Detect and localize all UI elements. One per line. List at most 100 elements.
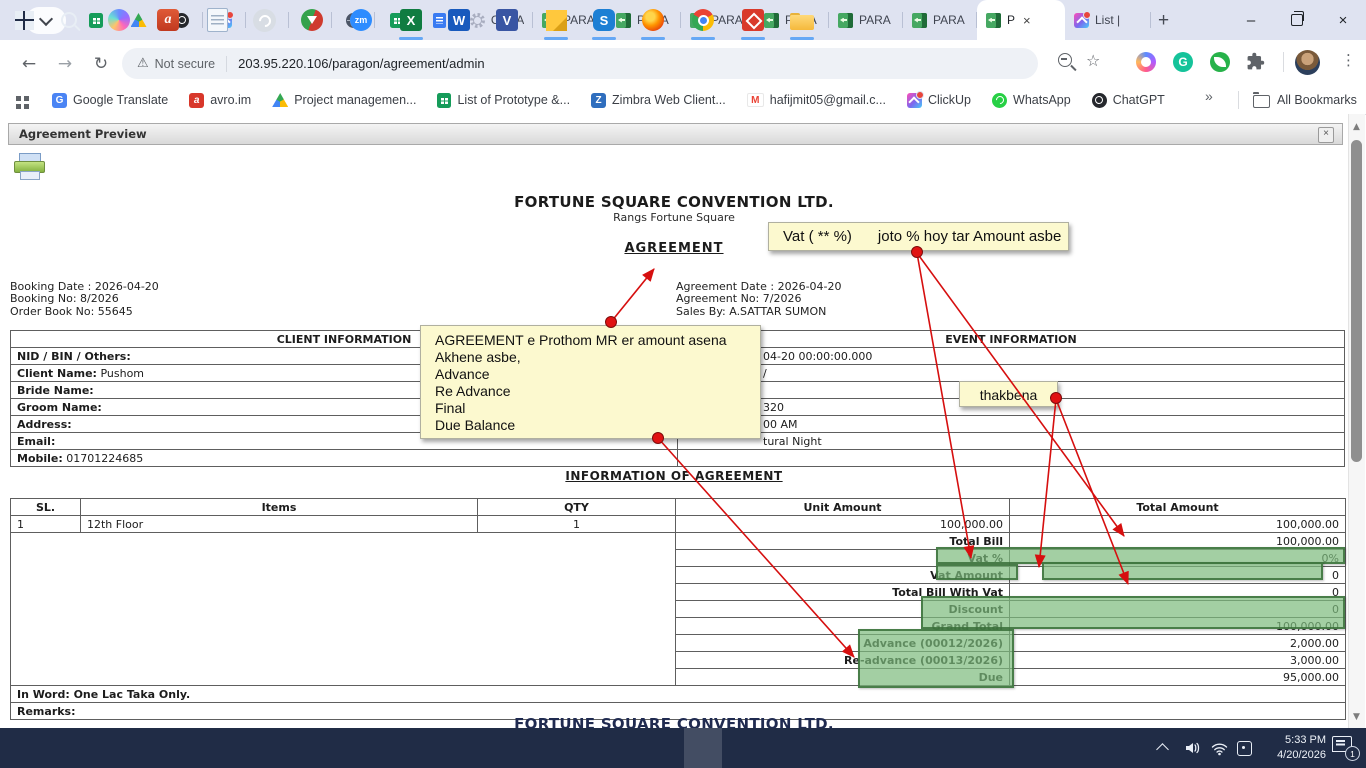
bookmark-label: ClickUp <box>928 93 971 107</box>
new-tab-button[interactable]: + <box>1150 7 1177 34</box>
tray-wifi[interactable] <box>1211 728 1228 768</box>
scroll-down-arrow[interactable]: ▼ <box>1350 710 1363 724</box>
notification-center-button[interactable]: 1 <box>1332 736 1356 756</box>
bookmark-zimbra[interactable]: ZZimbra Web Client... <box>591 93 726 108</box>
taskbar-word[interactable]: W <box>447 8 471 32</box>
reload-button[interactable]: ↻ <box>86 51 116 77</box>
start-button[interactable] <box>12 8 36 32</box>
tab-close-icon[interactable]: × <box>1023 13 1031 28</box>
taskbar-red-app[interactable] <box>741 8 765 32</box>
note-line: Re Advance <box>435 383 760 400</box>
taskbar-skype[interactable]: S <box>592 8 616 32</box>
search-icon <box>61 12 77 28</box>
scrollbar-thumb[interactable] <box>1351 140 1362 462</box>
sheets-icon <box>437 93 451 108</box>
bookmark-label: hafijmit05@gmail.c... <box>770 93 886 107</box>
sticky-notes-icon <box>546 10 567 31</box>
taskbar-clock[interactable]: 5:33 PM 4/20/2026 <box>1258 733 1326 763</box>
extensions-puzzle-icon[interactable] <box>1246 52 1265 76</box>
minimize-button[interactable]: – <box>1228 0 1274 40</box>
door-icon <box>838 13 853 28</box>
bookmark-gmail[interactable]: Mhafijmit05@gmail.c... <box>747 93 886 107</box>
taskbar-avro[interactable]: a <box>156 8 180 32</box>
taskbar-copilot[interactable] <box>107 8 131 32</box>
security-label[interactable]: Not secure <box>155 57 215 71</box>
url-text[interactable]: 203.95.220.106/paragon/agreement/admin <box>238 56 484 71</box>
forward-button[interactable]: → <box>50 51 80 77</box>
skype-icon: S <box>593 9 615 31</box>
panel-close-button[interactable]: × <box>1318 127 1334 143</box>
menu-kebab-icon[interactable]: ⋮ <box>1341 51 1356 69</box>
tray-chevron-up[interactable] <box>1158 728 1167 768</box>
bookmark-label: ChatGPT <box>1113 93 1165 107</box>
taskbar-file-explorer[interactable] <box>790 8 814 32</box>
bookmark-clickup[interactable]: ClickUp <box>907 93 971 108</box>
summary-value: 0 <box>1010 567 1346 584</box>
taskbar-notepad[interactable] <box>205 8 229 32</box>
tab-list[interactable]: List | <box>1065 0 1151 40</box>
summary-label: Advance (00012/2026) <box>676 635 1010 652</box>
information-of-agreement-heading: INFORMATION OF AGREEMENT <box>0 469 1348 483</box>
close-window-button[interactable]: × <box>1320 0 1366 40</box>
profile-avatar[interactable] <box>1295 50 1320 75</box>
bookmarks-overflow-chevron[interactable]: » <box>1205 88 1213 104</box>
note-vat: Vat ( ** %) joto % hoy tar Amount asbe <box>768 222 1069 251</box>
taskbar-whatsapp[interactable] <box>252 8 276 32</box>
taskbar-sticky-notes[interactable] <box>544 8 568 32</box>
tab-label: List | <box>1095 13 1120 27</box>
summary-label: Vat % <box>676 550 1010 567</box>
print-button[interactable] <box>14 153 44 180</box>
zoom-search-icon[interactable] <box>1058 53 1072 67</box>
tab-para-5[interactable]: PARA <box>829 0 903 40</box>
summary-value: 3,000.00 <box>1010 652 1346 669</box>
taskbar-chrome[interactable] <box>691 8 715 32</box>
agreement-heading: AGREEMENT <box>0 241 1348 256</box>
table-row: Mobile: 01701224685 <box>11 450 1345 467</box>
bookmark-list-of-prototype[interactable]: List of Prototype &... <box>437 93 570 108</box>
taskbar-idm[interactable] <box>300 8 324 32</box>
tab-active-paragon[interactable]: P × <box>977 0 1065 40</box>
item-name: 12th Floor <box>81 516 478 533</box>
leaf-extension-icon[interactable] <box>1210 52 1230 72</box>
chrome-icon <box>692 9 714 31</box>
apps-grid-icon[interactable] <box>16 96 21 101</box>
tray-volume[interactable] <box>1184 728 1200 768</box>
note-line: Due Balance <box>435 417 760 434</box>
bookmark-label: List of Prototype &... <box>457 93 570 107</box>
summary-label: Total Bill <box>676 533 1010 550</box>
tray-app[interactable] <box>1237 728 1252 768</box>
extension-circle-icon[interactable] <box>1136 52 1156 72</box>
booking-block: Booking Date : 2026-04-20 Booking No: 8/… <box>10 281 159 318</box>
field-label: NID / BIN / Others: <box>17 350 131 363</box>
summary-label: Vat Amount <box>676 567 1010 584</box>
tab-para-6[interactable]: PARA <box>903 0 977 40</box>
col-qty: QTY <box>478 499 676 516</box>
warning-icon: ⚠ <box>137 56 149 71</box>
bookmark-whatsapp[interactable]: WhatsApp <box>992 93 1071 108</box>
running-indicator <box>544 37 568 40</box>
col-sl: SL. <box>11 499 81 516</box>
taskbar-excel[interactable]: X <box>399 8 423 32</box>
all-bookmarks-button[interactable]: All Bookmarks <box>1253 86 1357 114</box>
taskbar-firefox[interactable] <box>641 8 665 32</box>
running-indicator <box>741 37 765 40</box>
restore-button[interactable] <box>1274 0 1320 40</box>
copilot-icon <box>108 9 130 31</box>
back-button[interactable]: ← <box>14 51 44 77</box>
field-label: Mobile: <box>17 452 63 465</box>
grammarly-icon[interactable]: G <box>1173 52 1193 72</box>
taskbar-search-button[interactable] <box>57 8 81 32</box>
agreement-no: Agreement No: 7/2026 <box>676 293 842 305</box>
bookmark-google-translate[interactable]: GGoogle Translate <box>52 93 168 108</box>
address-bar[interactable]: ⚠ Not secure 203.95.220.106/paragon/agre… <box>122 48 1038 79</box>
taskbar-visio[interactable]: V <box>495 8 519 32</box>
bookmark-label: Project managemen... <box>294 93 416 107</box>
bookmark-chatgpt[interactable]: ChatGPT <box>1092 93 1165 108</box>
taskbar-zoom[interactable]: zm <box>349 8 373 32</box>
scroll-up-arrow[interactable]: ▲ <box>1350 120 1363 134</box>
bookmark-project-management[interactable]: Project managemen... <box>272 93 416 107</box>
chevron-down-icon <box>39 12 53 26</box>
divider <box>226 56 227 72</box>
bookmark-avro[interactable]: aavro.im <box>189 93 251 108</box>
bookmark-star-icon[interactable]: ☆ <box>1086 51 1100 70</box>
